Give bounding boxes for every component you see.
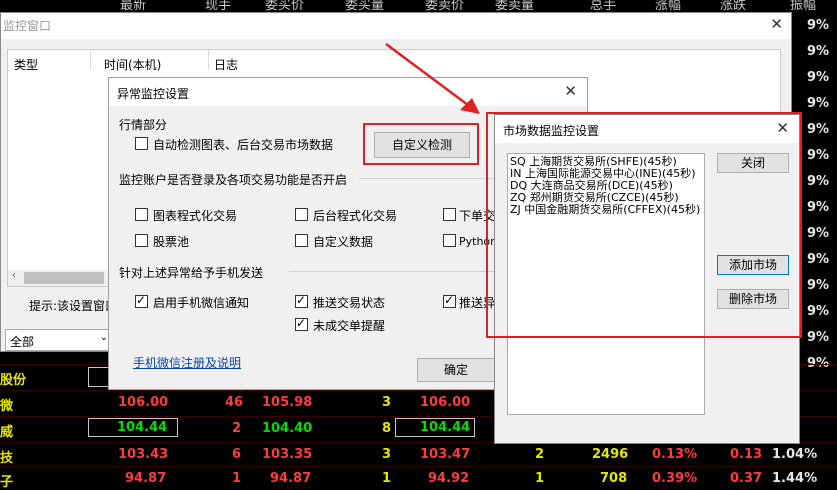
cell-bid: 103.35 bbox=[262, 447, 313, 462]
right-col-cell: 9% bbox=[807, 96, 830, 111]
chevron-down-icon: ⌄ bbox=[99, 332, 108, 343]
wechat-help-link[interactable]: 手机微信注册及说明 bbox=[133, 354, 241, 371]
monitor-title: 监控窗口 bbox=[3, 19, 52, 33]
option-label: 股票池 bbox=[153, 235, 190, 249]
right-col-cell: 9% bbox=[807, 174, 830, 189]
notify-label: 推送交易状态 bbox=[313, 296, 386, 310]
col-latest: 最新 bbox=[120, 0, 147, 12]
cell-vol: 2 bbox=[232, 421, 242, 436]
stock-name: 技 bbox=[0, 451, 14, 466]
cell-ask-vol: 2 bbox=[535, 447, 545, 462]
col-ask: 委卖价 bbox=[425, 0, 465, 12]
col-ask-vol: 委卖量 bbox=[495, 0, 535, 12]
section-notify: 针对上述异常给予手机发送 bbox=[119, 266, 264, 280]
option-label: 自定义数据 bbox=[313, 235, 374, 249]
section-account: 监控账户是否登录及各项交易功能是否开启 bbox=[119, 173, 348, 187]
right-col-cell: 9% bbox=[807, 200, 830, 215]
settings-title: 异常监控设置 bbox=[117, 87, 190, 101]
stock-name: 威 bbox=[0, 425, 14, 440]
notify-checkbox[interactable] bbox=[443, 293, 456, 308]
cell-bid-vol: 3 bbox=[382, 395, 392, 410]
right-col-cell: 9% bbox=[807, 278, 830, 293]
cell-pct: 0.13% bbox=[652, 447, 698, 462]
right-col-cell: 9% bbox=[807, 122, 830, 137]
highlight-box bbox=[486, 112, 802, 338]
cell-ask: 104.44 bbox=[395, 418, 476, 437]
right-col-cell: 9% bbox=[807, 18, 830, 33]
cell-vol: 46 bbox=[225, 395, 244, 410]
col-chg: 涨跌 bbox=[720, 0, 747, 12]
divider bbox=[208, 50, 209, 70]
filter-select-value: 全部 bbox=[10, 335, 35, 349]
cell-amp: 1.04% bbox=[772, 447, 818, 462]
ok-button[interactable]: 确定 bbox=[417, 358, 495, 382]
stock-name: 股份 bbox=[0, 373, 27, 388]
cell-bid: 105.98 bbox=[262, 395, 313, 410]
cell-latest: 104.44 bbox=[88, 418, 179, 437]
close-icon[interactable]: ✕ bbox=[564, 82, 577, 100]
filter-select[interactable]: 全部 ⌄ bbox=[5, 329, 113, 351]
right-col-cell: 9% bbox=[807, 304, 830, 319]
col-time[interactable]: 时间(本机) bbox=[104, 56, 161, 73]
col-volume-now: 现手 bbox=[205, 0, 232, 12]
settings-title-bar: 异常监控设置 ✕ bbox=[109, 78, 587, 106]
table-row[interactable]: 技 103.43 6 103.35 3 103.47 2 2496 0.13% … bbox=[0, 442, 837, 466]
annotation-arrow bbox=[385, 42, 480, 114]
quote-table-header: 最新 现手 委买价 委买量 委卖价 委卖量 总手 涨幅 涨跌 振幅 bbox=[0, 0, 837, 12]
col-pct: 涨幅 bbox=[655, 0, 682, 12]
cell-total: 2496 bbox=[592, 447, 629, 462]
option-checkbox[interactable] bbox=[295, 208, 308, 221]
divider bbox=[90, 50, 91, 70]
stock-name: 子 bbox=[0, 475, 14, 490]
option-checkbox[interactable] bbox=[443, 208, 456, 221]
right-col-cell: 9% bbox=[807, 148, 830, 163]
cell-latest: 103.43 bbox=[118, 447, 169, 462]
option-checkbox[interactable] bbox=[443, 234, 456, 247]
hint-text: 提示:该设置窗口 bbox=[29, 299, 118, 313]
scroll-thumb[interactable] bbox=[24, 272, 104, 284]
section-market: 行情部分 bbox=[119, 118, 168, 132]
cell-ask: 106.00 bbox=[420, 395, 471, 410]
option-checkbox[interactable] bbox=[295, 234, 308, 247]
col-total: 总手 bbox=[590, 0, 617, 12]
cell-chg: 0.13 bbox=[730, 447, 763, 462]
right-col-cell: 9% bbox=[807, 70, 830, 85]
option-label: 后台程式化交易 bbox=[313, 209, 398, 223]
table-row[interactable]: 子 94.87 1 94.87 1 94.92 1 708 0.39% 0.37… bbox=[0, 466, 837, 490]
cell-bid-vol: 3 bbox=[382, 447, 392, 462]
col-bid-vol: 委买量 bbox=[345, 0, 385, 12]
notify-label: 启用手机微信通知 bbox=[153, 296, 250, 310]
auto-detect-checkbox[interactable] bbox=[135, 137, 148, 150]
monitor-title-bar: 监控窗口 ✕ bbox=[1, 13, 791, 39]
cell-ask: 103.47 bbox=[420, 447, 471, 462]
cell-bid-vol: 8 bbox=[382, 421, 392, 436]
option-label: 图表程式化交易 bbox=[153, 209, 238, 223]
cell-vol: 6 bbox=[232, 447, 242, 462]
scroll-left-icon[interactable]: ‹ bbox=[12, 270, 16, 281]
col-type[interactable]: 类型 bbox=[14, 56, 38, 73]
cell-latest: 106.00 bbox=[118, 395, 169, 410]
col-amp: 振幅 bbox=[790, 0, 817, 12]
right-col-cell: 9% bbox=[807, 330, 830, 345]
col-log[interactable]: 日志 bbox=[214, 56, 238, 73]
col-bid: 委买价 bbox=[265, 0, 305, 12]
close-icon[interactable]: ✕ bbox=[770, 15, 783, 33]
stock-name: 微 bbox=[0, 399, 14, 414]
option-checkbox[interactable] bbox=[135, 208, 148, 221]
cell-bid: 104.40 bbox=[262, 421, 313, 436]
notify-checkbox[interactable] bbox=[295, 293, 308, 308]
notify-label: 未成交单提醒 bbox=[313, 319, 386, 333]
right-col-cell: 9% bbox=[807, 252, 830, 267]
right-col-cell: 9% bbox=[807, 226, 830, 241]
auto-detect-label: 自动检测图表、后台交易市场数据 bbox=[153, 138, 334, 152]
highlight-box bbox=[363, 123, 479, 165]
option-checkbox[interactable] bbox=[135, 234, 148, 247]
notify-checkbox[interactable] bbox=[295, 316, 308, 331]
right-col-cell: 9% bbox=[807, 44, 830, 59]
notify-checkbox[interactable] bbox=[135, 293, 148, 308]
